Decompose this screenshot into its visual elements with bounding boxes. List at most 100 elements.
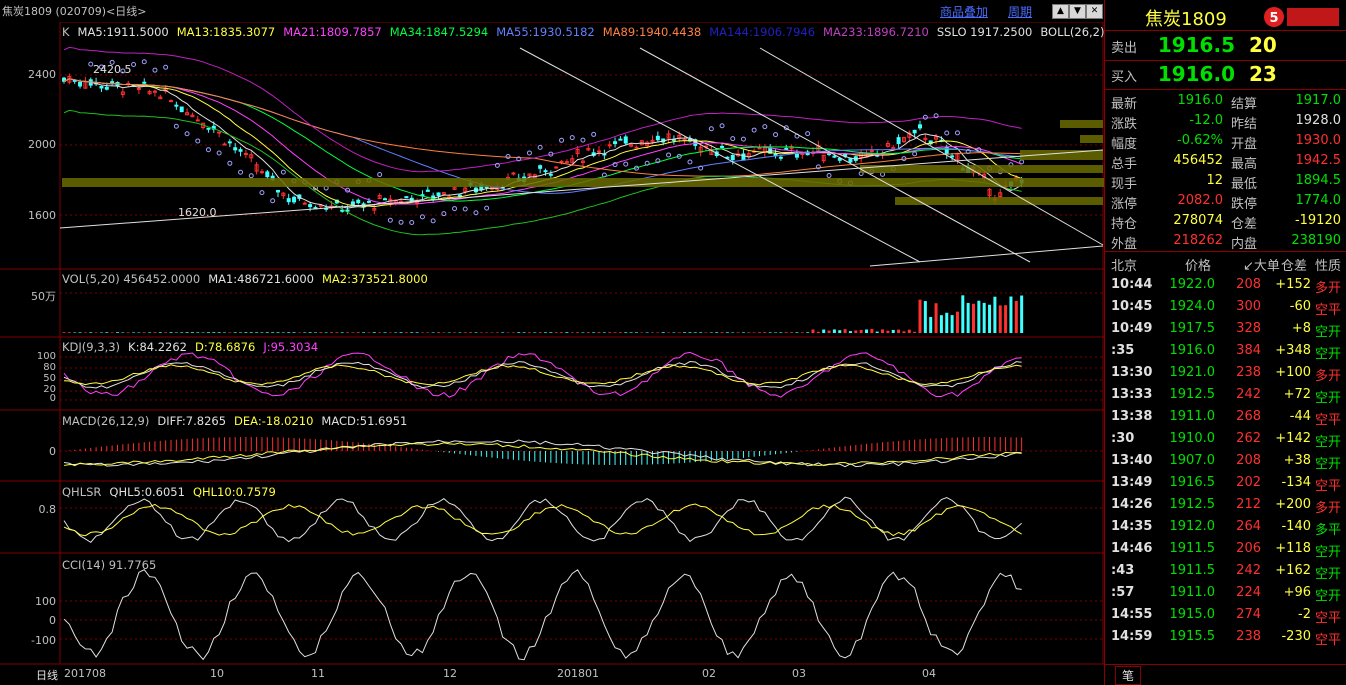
period-link[interactable]: 周期: [1008, 3, 1032, 20]
legend-item: J:95.3034: [263, 340, 319, 354]
volume-bar: [544, 332, 547, 333]
candle-body: [174, 104, 179, 107]
volume-bar: [399, 332, 403, 333]
support-band: [895, 197, 1103, 205]
close-button[interactable]: ✕: [1086, 4, 1103, 19]
volume-bar: [549, 332, 553, 333]
candle-body: [233, 147, 238, 151]
trade-row[interactable]: 10:49 1917.5 328 +8 空开: [1105, 318, 1346, 340]
sar-dot: [773, 132, 779, 138]
volume-bar: [827, 330, 831, 333]
volume-bar: [410, 332, 414, 333]
trade-time: :35: [1111, 343, 1135, 358]
volume-bar: [811, 329, 815, 333]
trade-row[interactable]: 13:30 1921.0 238 +100 多开: [1105, 362, 1346, 384]
trade-row[interactable]: 13:38 1911.0 268 -44 空平: [1105, 406, 1346, 428]
sar-dot: [559, 137, 565, 143]
arrow-up-button[interactable]: ▲: [1052, 4, 1069, 19]
trade-time: 14:59: [1111, 629, 1153, 644]
buy-row[interactable]: 买入 1916.0 23: [1105, 62, 1346, 88]
volume-bar: [779, 332, 783, 333]
trade-row[interactable]: :30 1910.0 262 +142 空开: [1105, 428, 1346, 450]
trade-time: 13:49: [1111, 475, 1153, 490]
trade-price: 1911.0: [1169, 585, 1216, 600]
legend-item: MA5:1911.5000: [77, 25, 169, 39]
legend-item: MA13:1835.3077: [176, 25, 276, 39]
chart-area[interactable]: 焦炭1809 (020709)<日线> 商品叠加 周期 ▲ ▼ ✕ K MA5:1…: [0, 0, 1168, 685]
trade-row[interactable]: 10:44 1922.0 208 +152 多开: [1105, 274, 1346, 296]
volume-bar: [469, 332, 473, 333]
volume-bar: [838, 330, 842, 333]
trade-volume: 384: [1236, 343, 1261, 358]
trade-row[interactable]: 13:40 1907.0 208 +38 空开: [1105, 450, 1346, 472]
trade-row[interactable]: 14:46 1911.5 206 +118 空开: [1105, 538, 1346, 560]
trade-row[interactable]: 14:55 1915.0 274 -2 空平: [1105, 604, 1346, 626]
trade-volume: 208: [1236, 277, 1261, 292]
sar-dot: [173, 123, 179, 129]
volume-bar: [982, 302, 986, 333]
volume-bar: [89, 332, 93, 333]
volume-bar: [859, 329, 863, 333]
volume-bar: [613, 332, 617, 333]
trade-row[interactable]: 13:49 1916.5 202 -134 空平: [1105, 472, 1346, 494]
candle-body: [425, 189, 430, 192]
volume-bar: [683, 332, 687, 333]
sar-dot: [944, 130, 950, 136]
volume-bar: [624, 332, 628, 333]
trade-oi-change: +200: [1275, 497, 1311, 512]
trade-row[interactable]: 14:59 1915.5 238 -230 空平: [1105, 626, 1346, 648]
volume-bar: [169, 332, 173, 333]
trade-row[interactable]: :43 1911.5 242 +162 空开: [1105, 560, 1346, 582]
sar-dot: [762, 124, 768, 130]
trade-row[interactable]: 10:45 1924.0 300 -60 空平: [1105, 296, 1346, 318]
trade-price: 1911.5: [1169, 541, 1216, 556]
trade-price: 1915.5: [1169, 629, 1216, 644]
y-tick-2400: 2400: [28, 68, 56, 81]
legend-item: MA34:1847.5294: [389, 25, 489, 39]
tab-ticks[interactable]: 笔: [1115, 666, 1142, 685]
sell-row[interactable]: 卖出 1916.5 20: [1105, 33, 1346, 59]
kdj-j-line: [63, 351, 1022, 398]
trade-volume: 206: [1236, 541, 1261, 556]
candle-body: [110, 81, 115, 84]
volume-bar: [608, 332, 612, 333]
legend-item: KDJ(9,3,3): [62, 340, 121, 354]
sar-dot: [238, 169, 244, 175]
sar-dot: [387, 217, 393, 223]
volume-bar: [362, 332, 366, 333]
trade-volume: 300: [1236, 299, 1261, 314]
trend-line: [639, 47, 1031, 263]
volume-bar: [255, 332, 259, 333]
quote-value: 1894.5: [1295, 173, 1342, 188]
sar-dot: [526, 150, 532, 156]
trade-row[interactable]: 14:35 1912.0 264 -140 多平: [1105, 516, 1346, 538]
volume-bar: [955, 311, 959, 333]
volume-bar: [988, 304, 992, 333]
volume-bar: [319, 332, 323, 333]
trade-row[interactable]: 14:26 1912.5 212 +200 多开: [1105, 494, 1346, 516]
trade-row[interactable]: :35 1916.0 384 +348 空开: [1105, 340, 1346, 362]
quote-panel: 焦炭1809 5 卖出 1916.5 20 买入 1916.0 23 最新 191…: [1104, 0, 1346, 685]
quote-label: 最低: [1231, 177, 1258, 192]
volume-bar: [816, 331, 820, 333]
trade-oi-change: +142: [1275, 431, 1311, 446]
sar-dot: [452, 206, 458, 212]
quote-value: 238190: [1291, 233, 1341, 248]
sar-dot: [751, 127, 757, 133]
qhl5-line: [63, 496, 1022, 544]
trade-nature: 空开: [1315, 457, 1342, 472]
volume-bar: [966, 302, 970, 333]
sar-dot: [270, 198, 276, 204]
quote-value: 1928.0: [1295, 113, 1342, 128]
sell-qty: 20: [1249, 33, 1277, 57]
trade-row[interactable]: :57 1911.0 224 +96 空开: [1105, 582, 1346, 604]
arrow-down-button[interactable]: ▼: [1069, 4, 1086, 19]
overlay-commodity-link[interactable]: 商品叠加: [940, 3, 988, 20]
sar-dot: [591, 131, 597, 137]
sar-dot: [259, 190, 265, 196]
legend-item: MACD(26,12,9): [62, 414, 150, 428]
trade-nature: 空开: [1315, 545, 1342, 560]
sar-dot: [195, 138, 201, 144]
period-label[interactable]: 日线: [36, 667, 58, 683]
trade-row[interactable]: 13:33 1912.5 242 +72 空开: [1105, 384, 1346, 406]
